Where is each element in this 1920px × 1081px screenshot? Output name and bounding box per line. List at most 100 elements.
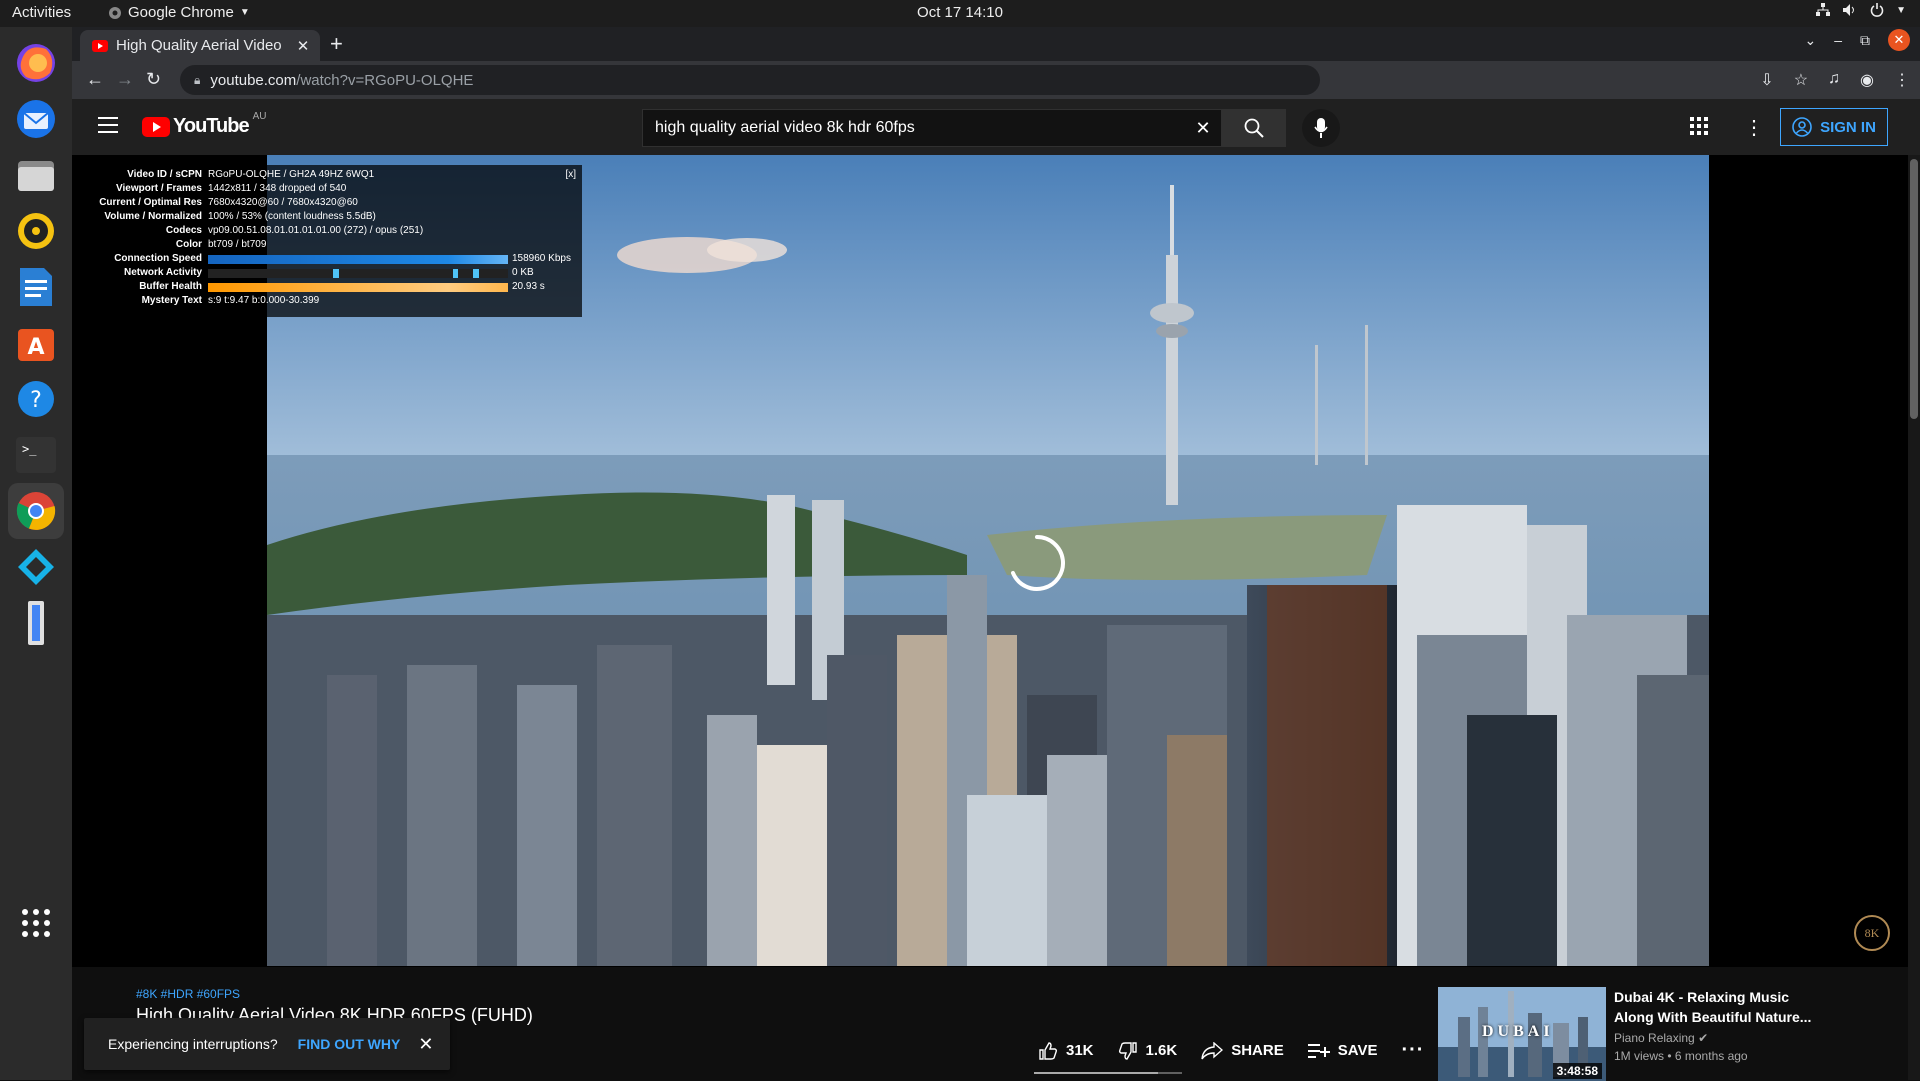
search-box[interactable]: high quality aerial video 8k hdr 60fps ✕ <box>642 109 1222 147</box>
youtube-apps-icon[interactable] <box>1690 117 1708 135</box>
stats-row: Color bt709 / bt709 <box>175 239 267 250</box>
chrome-menu-icon[interactable]: ⋮ <box>1894 70 1910 90</box>
back-button[interactable]: ← <box>86 69 104 90</box>
apps-grid-icon <box>22 909 50 937</box>
video-player[interactable]: [x] Video ID / sCPN RGoPU-OLQHE / GH2A 49… <box>72 155 1908 967</box>
dock-terminal[interactable]: >_ <box>8 427 64 483</box>
recommended-title-line: Dubai 4K - Relaxing Music <box>1614 989 1790 1005</box>
scrollbar-thumb[interactable] <box>1910 159 1918 419</box>
video-hashtags[interactable]: #8K #HDR #60FPS <box>136 987 240 1001</box>
chrome-toolbar: ← → ↻ 🔒︎ youtube.com/watch?v=RGoPU-OLQHE… <box>72 61 1920 99</box>
firefox-icon <box>17 44 55 82</box>
ubuntu-top-bar: Activities Google Chrome ▼ Oct 17 14:10 … <box>0 0 1920 27</box>
writer-icon <box>20 268 52 306</box>
maximize-button[interactable]: ⧉ <box>1860 32 1870 49</box>
dock-rhythmbox[interactable] <box>8 203 64 259</box>
save-label: SAVE <box>1337 1042 1378 1059</box>
address-bar[interactable]: 🔒︎ youtube.com/watch?v=RGoPU-OLQHE <box>180 65 1320 95</box>
install-icon[interactable]: ⇩ <box>1760 70 1773 90</box>
dock-ubuntu-software[interactable]: A <box>8 315 64 371</box>
dock-text-editor[interactable] <box>8 595 64 651</box>
stats-row: Mystery Text s:9 t:9.47 b:0.000-30.399 <box>141 295 320 306</box>
search-icon <box>1244 118 1264 138</box>
country-code: AU <box>252 111 267 122</box>
dock-thunderbird[interactable] <box>8 91 64 147</box>
bookmark-star-icon[interactable]: ☆ <box>1794 70 1808 90</box>
dock-help[interactable]: ? <box>8 371 64 427</box>
close-window-button[interactable]: ✕ <box>1888 29 1910 51</box>
text-editor-icon <box>28 601 44 645</box>
svg-text:>_: >_ <box>22 442 37 456</box>
tab-search-icon[interactable]: ⌄ <box>1804 32 1816 49</box>
sign-in-label: SIGN IN <box>1820 118 1876 136</box>
profile-icon[interactable]: ◉ <box>1860 70 1874 90</box>
youtube-logo[interactable]: YouTube AU <box>142 111 266 138</box>
voice-search-button[interactable] <box>1302 109 1340 147</box>
recommended-thumbnail[interactable]: DUBAI 3:48:58 <box>1438 987 1606 1081</box>
search-button[interactable] <box>1222 109 1286 147</box>
tab-youtube[interactable]: High Quality Aerial Video ✕ <box>80 30 320 61</box>
share-button[interactable]: SHARE <box>1201 1041 1284 1060</box>
video-duration: 3:48:58 <box>1552 1063 1602 1079</box>
software-icon: A <box>18 329 54 361</box>
8k-watermark-logo: 8K <box>1854 915 1890 951</box>
dock-firefox[interactable] <box>8 35 64 91</box>
sign-in-button[interactable]: SIGN IN <box>1780 108 1888 146</box>
stats-row: Codecs vp09.00.51.08.01.01.01.01.00 (272)… <box>165 225 424 236</box>
help-icon: ? <box>18 381 54 417</box>
dock-files[interactable] <box>8 147 64 203</box>
settings-more-icon[interactable]: ⋮ <box>1744 115 1764 140</box>
chrome-tab-strip: High Quality Aerial Video ✕ + ⌄ – ⧉ ✕ <box>72 27 1920 61</box>
recommended-title[interactable]: Dubai 4K - Relaxing Music Along With Bea… <box>1614 987 1824 1027</box>
toast-close-icon[interactable]: ✕ <box>418 1034 433 1055</box>
recommended-meta: Dubai 4K - Relaxing Music Along With Bea… <box>1614 987 1824 1081</box>
media-control-icon[interactable]: ♫ <box>1828 70 1840 90</box>
like-button[interactable]: 31K <box>1038 1041 1094 1061</box>
hamburger-menu-icon[interactable] <box>98 117 118 133</box>
dock-show-applications[interactable] <box>8 895 64 951</box>
svg-text:A: A <box>27 335 44 360</box>
recommended-channel[interactable]: Piano Relaxing ✔︎ <box>1614 1031 1824 1045</box>
chevron-down-icon: ▼ <box>1896 4 1906 16</box>
new-tab-button[interactable]: + <box>330 31 343 57</box>
stats-row-network-activity: Network Activity 0 KB <box>124 267 534 278</box>
more-actions-icon[interactable]: ··· <box>1401 1039 1424 1062</box>
youtube-logo-text: YouTube <box>173 115 250 137</box>
thumbnail-text: DUBAI <box>1482 1023 1554 1040</box>
thumbs-down-icon <box>1118 1041 1137 1060</box>
find-out-why-link[interactable]: FIND OUT WHY <box>298 1036 401 1052</box>
terminal-icon: >_ <box>16 437 56 473</box>
save-button[interactable]: SAVE <box>1307 1042 1378 1059</box>
youtube-header: YouTube AU high quality aerial video 8k … <box>72 99 1920 155</box>
clear-search-icon[interactable]: ✕ <box>1185 118 1221 139</box>
buffer-health-graph <box>208 283 508 292</box>
dock-kodi[interactable] <box>8 539 64 595</box>
dock: A ? >_ <box>0 27 72 1080</box>
connection-speed-graph <box>208 255 508 264</box>
network-icon <box>1816 3 1831 16</box>
account-icon <box>1792 117 1812 137</box>
channel-name: Piano Relaxing <box>1614 1031 1695 1045</box>
dock-google-chrome[interactable] <box>8 483 64 539</box>
reload-button[interactable]: ↻ <box>146 69 161 90</box>
window-controls: ⌄ – ⧉ ✕ <box>1804 29 1910 51</box>
dock-libreoffice-writer[interactable] <box>8 259 64 315</box>
clock[interactable]: Oct 17 14:10 <box>0 4 1920 21</box>
lock-icon[interactable]: 🔒︎ <box>194 73 200 88</box>
loading-spinner-icon <box>1011 535 1065 591</box>
like-dislike-ratio-bar <box>1034 1072 1182 1074</box>
svg-text:?: ? <box>30 388 42 413</box>
minimize-button[interactable]: – <box>1834 32 1842 48</box>
tab-close-icon[interactable]: ✕ <box>292 37 314 55</box>
video-actions: 31K 1.6K SHARE SAVE ··· <box>1038 1039 1424 1062</box>
system-tray[interactable]: ▼ <box>1816 3 1906 17</box>
rhythmbox-icon <box>18 213 54 249</box>
stats-row: Current / Optimal Res 7680x4320@60 / 7680… <box>99 197 358 208</box>
page-scrollbar[interactable] <box>1908 155 1920 1080</box>
forward-button[interactable]: → <box>116 69 134 90</box>
recommended-video[interactable]: DUBAI 3:48:58 Dubai 4K - Relaxing Music … <box>1438 987 1824 1081</box>
search-input[interactable]: high quality aerial video 8k hdr 60fps <box>643 119 1185 137</box>
dislike-button[interactable]: 1.6K <box>1118 1041 1177 1061</box>
toast-message: Experiencing interruptions? <box>108 1036 278 1052</box>
microphone-icon <box>1314 118 1328 138</box>
